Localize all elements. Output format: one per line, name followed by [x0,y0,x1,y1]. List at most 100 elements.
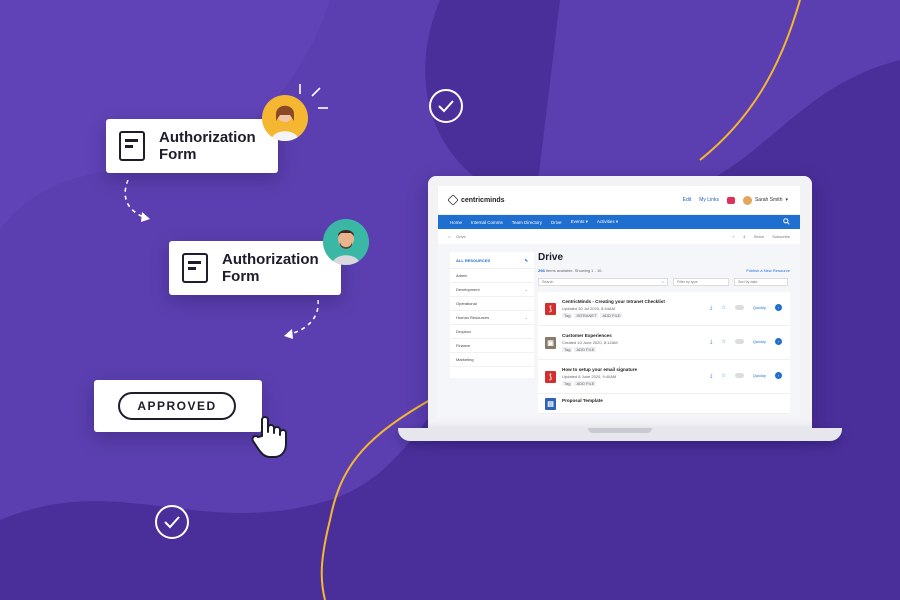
toggle[interactable] [734,339,744,344]
brand-name: centricminds [461,196,505,204]
form-card-label: Authorization Form [159,129,256,163]
sidebar-item-human-resources[interactable]: Human Resources ⌄ [450,311,534,325]
share-button[interactable]: Share [754,234,765,239]
item-title[interactable]: Proposal Template [562,398,603,403]
sidebar-item-finance[interactable]: Finance [450,339,534,353]
edit-link[interactable]: Edit [683,197,692,203]
like-count[interactable]: 4 [743,234,745,239]
list-item[interactable]: ▣ Customer Experiences Created 10 June 2… [538,326,790,360]
nav-item-internal-comms[interactable]: Internal Comms [471,220,503,225]
open-arrow-icon[interactable]: › [775,338,782,345]
image-icon: ▣ [545,336,556,349]
publish-resource-link[interactable]: Publish a New Resource [746,268,790,273]
chevron-down-icon: ⌄ [524,315,528,320]
list-item[interactable]: ⟆ CentricMinds - Creating your Intranet … [538,292,790,326]
sidebar-item-development[interactable]: Development ⌄ [450,283,534,297]
nav-item-drive[interactable]: Drive [551,220,562,225]
breadcrumb: ⌂ Drive ☆ 4 Share Subscribe [438,229,800,245]
filter-type-value: Filter by type [677,280,698,284]
tag[interactable]: INTRANET [574,313,599,318]
avatar [262,95,308,141]
item-title[interactable]: CentricMinds - Creating your Intranet Ch… [562,299,665,304]
download-icon[interactable]: ⤓ [710,373,712,379]
form-document-icon [182,253,208,283]
sidebar-item-label: ALL RESOURCES [456,258,491,263]
list-item[interactable]: ▤ Proposal Template [538,394,790,414]
tag-label: Tag [562,313,573,318]
search-icon[interactable] [783,218,790,226]
quickly-link[interactable]: Quickly [753,339,766,344]
app-screen: centricminds Edit My Links Sarah Smith ▾… [438,186,800,418]
home-icon[interactable]: ⌂ [448,234,450,239]
laptop-notch [588,428,652,433]
sidebar-item-label: Human Resources [456,315,490,320]
sort-select[interactable]: Sort by date [734,278,788,286]
chevron-down-icon: ⌄ [524,287,528,292]
chat-icon[interactable] [726,196,735,204]
download-icon[interactable]: ⤓ [710,339,712,345]
add-file-tag[interactable]: ADD FILE [574,347,597,352]
logo-icon [447,194,459,206]
item-count-text: Items available. Showing 1 - 10. [545,268,603,273]
my-links-link[interactable]: My Links [699,197,719,203]
approved-card: APPROVED [94,380,262,432]
nav-item-events[interactable]: Events ▾ [571,219,588,225]
nav-item-team-directory[interactable]: Team Directory [512,220,542,225]
search-icon[interactable]: ⌕ [662,280,664,284]
sidebar-item-all-resources[interactable]: ALL RESOURCES ✎ [450,252,534,269]
toggle[interactable] [734,305,744,310]
star-icon[interactable]: ☆ [721,339,725,345]
download-icon[interactable]: ⤓ [710,305,712,311]
list-item[interactable]: ⟆ How to setup your email signature Upda… [538,360,790,394]
app-logo[interactable]: centricminds [447,194,505,206]
sidebar-item-admin[interactable]: Admin [450,269,534,283]
item-count-number: 298 [538,268,545,273]
sidebar-item-label: Dropbox [456,329,472,334]
sidebar-item-label: Marketing [456,357,474,362]
sidebar-item-label: Operational [456,301,477,306]
sidebar-item-operational[interactable]: Operational [450,297,534,311]
add-file-tag[interactable]: ADD FILE [600,313,623,318]
add-file-tag[interactable]: ADD FILE [574,381,597,386]
nav-item-activities[interactable]: Activities ▾ [597,219,618,225]
sidebar-item-label: Admin [456,273,468,278]
user-name: Sarah Smith [754,197,783,203]
resource-list: ⟆ CentricMinds - Creating your Intranet … [538,292,790,414]
star-icon[interactable]: ☆ [732,234,736,239]
item-meta: Updated 30 Jul 2020, 8:44AM [562,306,615,311]
check-circle-icon [428,88,464,129]
pdf-icon: ⟆ [545,370,556,383]
form-card-label: Authorization Form [222,251,319,285]
item-title[interactable]: Customer Experiences [562,333,618,338]
sidebar-item-marketing[interactable]: Marketing [450,353,534,367]
user-menu[interactable]: Sarah Smith ▾ [742,195,788,205]
search-input[interactable]: Search ⌕ [538,278,668,286]
quickly-link[interactable]: Quickly [753,305,766,310]
breadcrumb-drive[interactable]: Drive [456,234,465,239]
authorization-form-card: Authorization Form [169,241,341,295]
quickly-link[interactable]: Quickly [753,373,766,378]
app-header: centricminds Edit My Links Sarah Smith ▾ [438,186,800,215]
main-nav: Home Internal Comms Team Directory Drive… [438,215,800,229]
open-arrow-icon[interactable]: › [775,304,782,311]
filter-bar: Search ⌕ Filter by type Sort by date [538,278,790,286]
edit-icon[interactable]: ✎ [525,258,528,263]
toggle[interactable] [734,373,744,378]
filter-type-select[interactable]: Filter by type [673,278,729,286]
star-icon[interactable]: ☆ [721,373,725,379]
drive-content: ALL RESOURCES ✎ Admin Development ⌄ Opera… [438,244,800,418]
item-count: 298 Items available. Showing 1 - 10. Pub… [538,268,790,273]
subscribe-button[interactable]: Subscribe [772,234,790,239]
sidebar-item-dropbox[interactable]: Dropbox [450,325,534,339]
approved-button[interactable]: APPROVED [118,392,236,420]
item-meta: Created 10 June 2020, 8:12AM [562,340,618,345]
check-circle-icon [154,504,190,545]
presentation-icon: ▤ [545,398,556,410]
nav-item-home[interactable]: Home [450,220,462,225]
star-icon[interactable]: ☆ [721,305,725,311]
chevron-down-icon: ▾ [785,197,788,203]
item-title[interactable]: How to setup your email signature [562,367,637,372]
drive-main: Drive 298 Items available. Showing 1 - 1… [536,252,792,414]
open-arrow-icon[interactable]: › [775,372,782,379]
item-meta: Updated 8 June 2020, 9:40AM [562,374,617,379]
